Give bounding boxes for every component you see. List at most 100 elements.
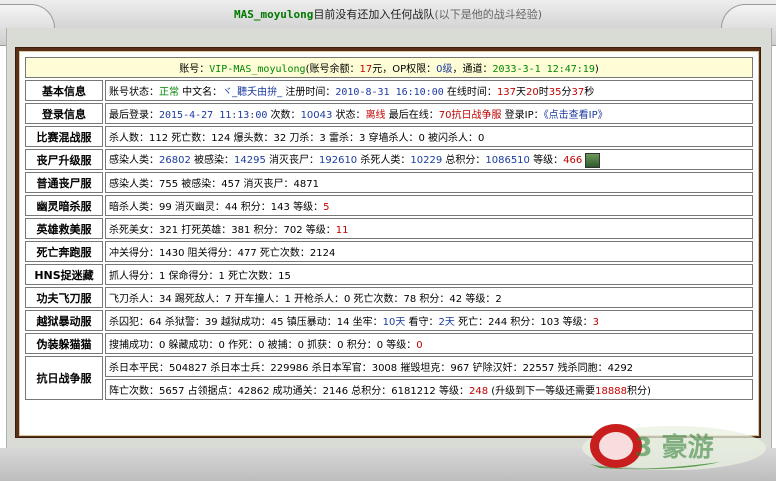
table-row: 抗日战争服 杀日本平民：504827 杀日本士兵：229986 杀日本军官：30…	[25, 356, 753, 400]
stats-table: 账号：VIP-MAS_moyulong(账号余额：17元，OP权限：0级，通道：…	[23, 55, 755, 402]
online-mins: 35	[548, 87, 562, 98]
title-message: 目前没有还加入任何战队	[313, 8, 435, 21]
last-online-label: 最后在线：	[385, 110, 439, 121]
row-value-mixed: 杀人数：112 死亡数：124 爆头数：32 刀杀：3 雷杀：3 穿墙杀人：0 …	[105, 126, 753, 147]
row-label-jailbreak: 越狱暴动服	[25, 310, 103, 331]
row-value-death-run: 冲关得分：1430 阻关得分：477 死亡次数：2124	[105, 241, 753, 262]
row-label-hns: HNS捉迷藏	[25, 264, 103, 285]
row-value-hns: 抓人得分：1 保命得分：1 死亡次数：15	[105, 264, 753, 285]
jail-level: 3	[592, 317, 600, 328]
channel-date: 2033-3-1 12:47:19	[492, 64, 595, 75]
row-value-basic: 账号状态：正常 中文名：ヾ_聽夭由拚_ 注册时间：2010-8-31 16:10…	[105, 80, 753, 101]
table-row: 比赛混战服 杀人数：112 死亡数：124 爆头数：32 刀杀：3 雷杀：3 穿…	[25, 126, 753, 147]
row-value-kungfu: 飞刀杀人：34 踢死敌人：7 开车撞人：1 开枪杀人：0 死亡次数：78 积分：…	[105, 287, 753, 308]
title-username: MAS_moyulong	[233, 8, 314, 21]
war-text-a: 阵亡次数：5657 占领据点：42862 成功通关：2146 总积分：61812…	[109, 386, 469, 397]
war-text-b: (升级到下一等级还需要	[488, 386, 596, 397]
score-label: 总积分：	[442, 155, 486, 167]
infect-value: 26802	[159, 155, 191, 167]
row-label-basic: 基本信息	[25, 80, 103, 101]
ghost-level: 5	[323, 202, 330, 213]
state-label: 状态：	[332, 110, 366, 121]
row-label-zombie-normal: 普通丧尸服	[25, 172, 103, 193]
war-need: 18888	[595, 386, 627, 397]
row-label-zombie-upgrade: 丧尸升级服	[25, 149, 103, 170]
online-secs: 37	[571, 87, 585, 98]
row-label-ghost: 幽灵暗杀服	[25, 195, 103, 216]
secs-unit: 秒	[584, 87, 595, 98]
channel-prefix: ，通道：	[452, 64, 493, 75]
war-text-c: 积分)	[626, 386, 651, 397]
table-row: 死亡奔跑服 冲关得分：1430 阻关得分：477 死亡次数：2124	[25, 241, 753, 262]
hero-level: 11	[335, 225, 349, 236]
score-value: 1086510	[485, 155, 530, 167]
table-row: 阵亡次数：5657 占领据点：42862 成功通关：2146 总积分：61812…	[25, 379, 753, 400]
reg-time: 2010-8-31 16:10:00	[335, 87, 444, 98]
mins-unit: 分	[561, 87, 572, 98]
table-row: 丧尸升级服 感染人类：26802 被感染：14295 消灭丧尸：192610 杀…	[25, 149, 753, 170]
row-value-disguise: 搜捕成功：0 躲藏成功：0 作死：0 被捕：0 抓获：0 积分：0 等级：0	[105, 333, 753, 354]
row-value-zombie-normal: 感染人类：755 被感染：457 消灭丧尸：4871	[105, 172, 753, 193]
ghost-text: 暗杀人类：99 消灭幽灵：44 积分：143 等级：	[109, 202, 324, 213]
reg-label: 注册时间：	[282, 87, 336, 98]
row-label-hero: 英雄救美服	[25, 218, 103, 239]
row-value-war-1: 杀日本平民：504827 杀日本士兵：229986 杀日本军官：3008 摧毁坦…	[105, 356, 753, 377]
rank-avatar-icon	[585, 152, 601, 168]
online-label: 在线时间：	[443, 87, 497, 98]
jail-text-b: 看守：	[405, 317, 439, 328]
site-logo: 3 豪游	[582, 424, 766, 470]
status-value: 正常	[159, 87, 179, 98]
kill-zombie-value: 192610	[319, 155, 358, 167]
level-value: 466	[563, 155, 583, 167]
cn-label: 中文名：	[179, 87, 223, 98]
table-row: 伪装躲猫猫 搜捕成功：0 躲藏成功：0 作死：0 被捕：0 抓获：0 积分：0 …	[25, 333, 753, 354]
jail-text-a: 杀囚犯：64 杀狱警：39 越狱成功：45 镇压暴动：14 坐牢：	[109, 317, 383, 328]
row-value-jailbreak: 杀囚犯：64 杀狱警：39 越狱成功：45 镇压暴动：14 坐牢：10天 看守：…	[105, 310, 753, 331]
days-unit: 天	[516, 87, 527, 98]
level-label: 等级：	[529, 155, 564, 167]
disguise-level: 0	[416, 340, 423, 351]
login-state: 离线	[365, 110, 386, 121]
table-row: 基本信息 账号状态：正常 中文名：ヾ_聽夭由拚_ 注册时间：2010-8-31 …	[25, 80, 753, 101]
war-level: 248	[468, 386, 489, 397]
kill-human-label: 杀死人类：	[357, 155, 411, 167]
last-login: 2015-4-27 11:13:00	[159, 110, 268, 121]
jail-days: 10天	[382, 317, 406, 328]
login-count: 10043	[300, 110, 333, 121]
infected-label: 被感染：	[190, 155, 234, 167]
balance-value: 17	[359, 64, 373, 75]
last-login-label: 最后登录：	[109, 110, 159, 121]
row-value-login: 最后登录：2015-4-27 11:13:00 次数：10043 状态：离线 最…	[105, 103, 753, 124]
hero-text: 杀死美女：321 打死英雄：381 积分：702 等级：	[109, 225, 336, 236]
row-label-login: 登录信息	[25, 103, 103, 124]
row-label-death-run: 死亡奔跑服	[25, 241, 103, 262]
table-row: HNS捉迷藏 抓人得分：1 保命得分：1 死亡次数：15	[25, 264, 753, 285]
account-header: 账号：VIP-MAS_moyulong(账号余额：17元，OP权限：0级，通道：…	[25, 57, 753, 78]
guard-days: 2天	[438, 317, 455, 328]
table-row: 英雄救美服 杀死美女：321 打死英雄：381 积分：702 等级：11	[25, 218, 753, 239]
row-value-hero: 杀死美女：321 打死英雄：381 积分：702 等级：11	[105, 218, 753, 239]
infect-label: 感染人类：	[109, 155, 159, 167]
stats-inner: 账号：VIP-MAS_moyulong(账号余额：17元，OP权限：0级，通道：…	[19, 51, 759, 436]
balance-prefix: (账号余额：	[305, 64, 360, 75]
row-value-war-2: 阵亡次数：5657 占领据点：42862 成功通关：2146 总积分：61812…	[105, 379, 753, 400]
balance-suffix: 元，OP权限：	[372, 64, 437, 75]
jail-text-c: 死亡：244 积分：103 等级：	[454, 317, 593, 328]
header-end: )	[594, 64, 599, 75]
view-ip-link[interactable]: 《点击查看IP》	[544, 110, 608, 121]
account-name: VIP-MAS_moyulong	[209, 64, 306, 75]
table-row: 越狱暴动服 杀囚犯：64 杀狱警：39 越狱成功：45 镇压暴动：14 坐牢：1…	[25, 310, 753, 331]
row-label-disguise: 伪装躲猫猫	[25, 333, 103, 354]
table-row: 普通丧尸服 感染人类：755 被感染：457 消灭丧尸：4871	[25, 172, 753, 193]
ip-label: 登录IP：	[501, 110, 544, 121]
page-title: MAS_moyulong目前没有还加入任何战队(以下是他的战斗经验)	[0, 6, 776, 22]
count-label: 次数：	[267, 110, 301, 121]
table-row: 幽灵暗杀服 暗杀人类：99 消灭幽灵：44 积分：143 等级：5	[25, 195, 753, 216]
hours-unit: 时	[538, 87, 549, 98]
account-prefix: 账号：	[179, 64, 210, 75]
table-row: 登录信息 最后登录：2015-4-27 11:13:00 次数：10043 状态…	[25, 103, 753, 124]
online-days: 137	[496, 87, 517, 98]
header-row: 账号：VIP-MAS_moyulong(账号余额：17元，OP权限：0级，通道：…	[25, 57, 753, 78]
cn-name: ヾ_聽夭由拚_	[222, 87, 283, 98]
title-bar: MAS_moyulong目前没有还加入任何战队(以下是他的战斗经验)	[0, 0, 776, 46]
